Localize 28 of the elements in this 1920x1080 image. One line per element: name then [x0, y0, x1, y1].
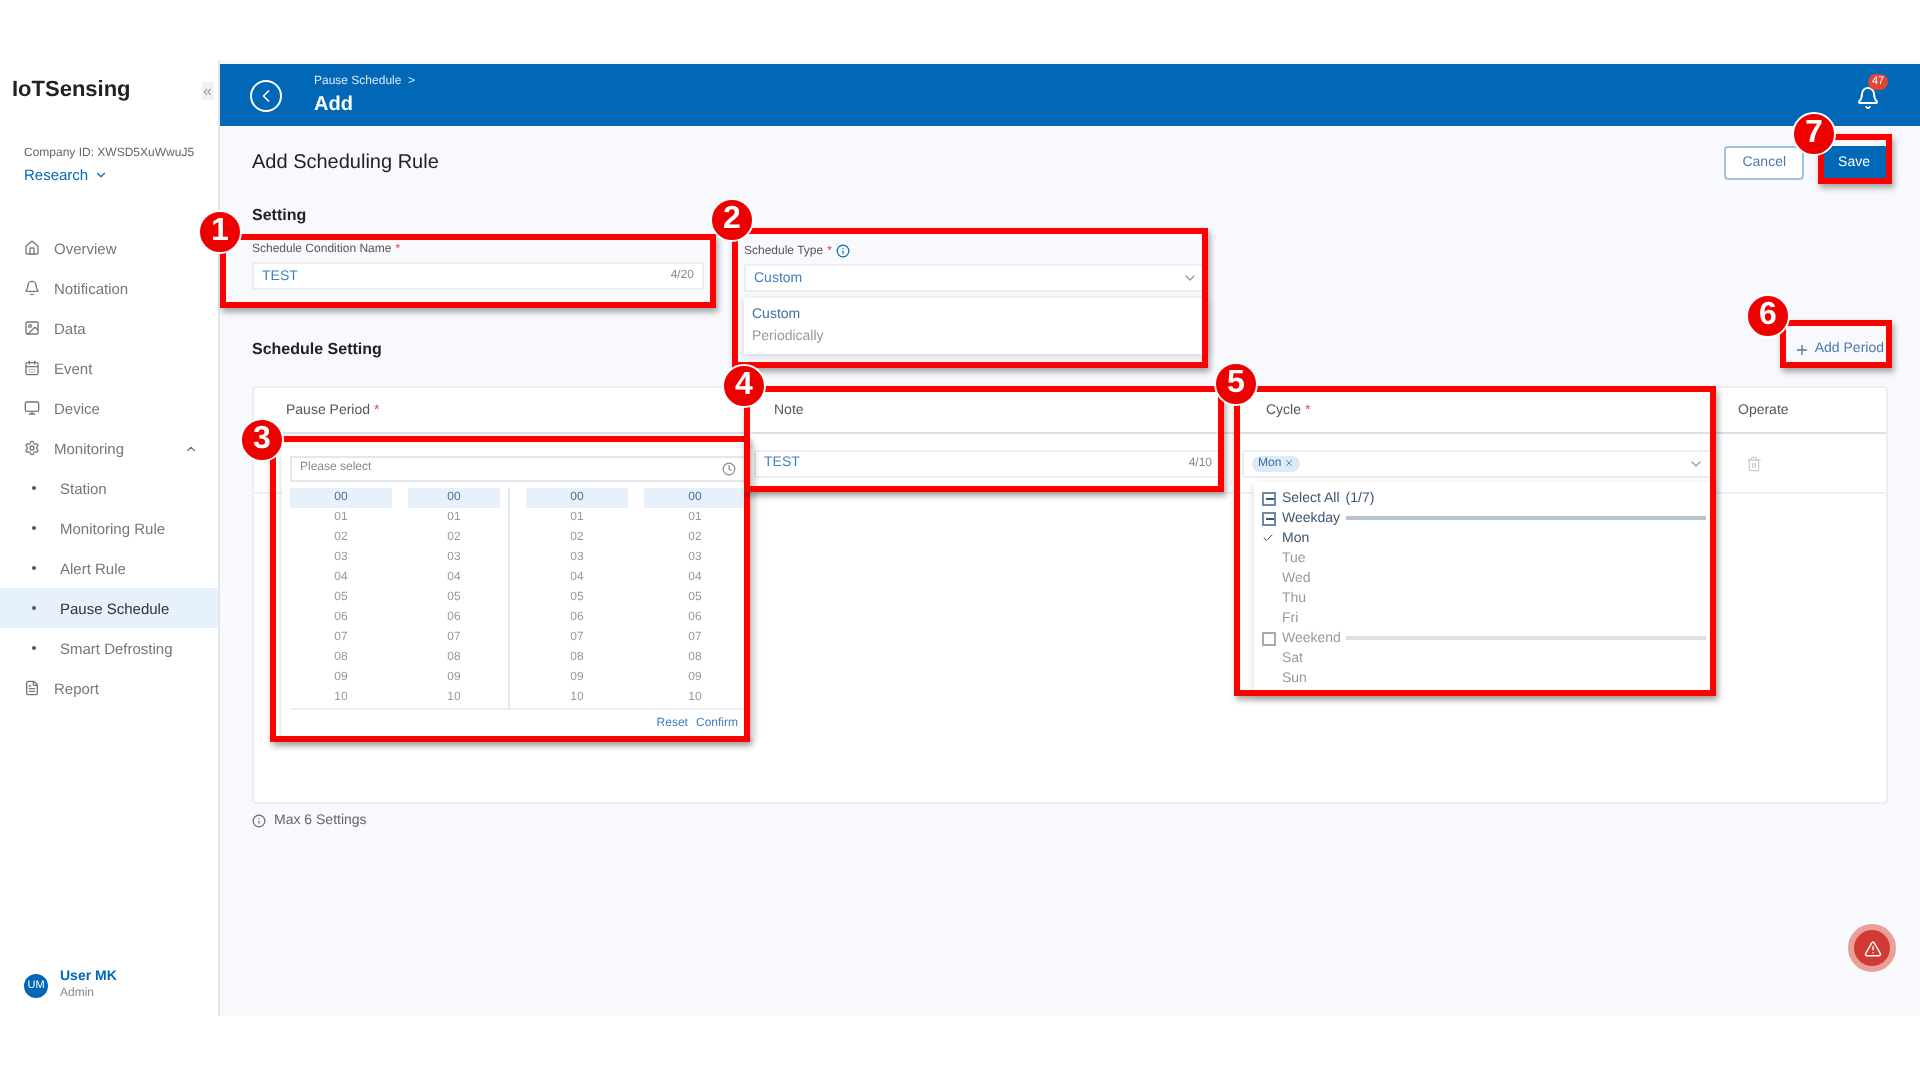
chevron-down-icon	[94, 168, 109, 182]
brand-name: IoTSensing	[12, 78, 131, 102]
nav-icon	[24, 400, 40, 416]
nav-icon	[24, 360, 40, 376]
section-heading: Schedule Setting	[252, 340, 382, 358]
nav-icon	[24, 280, 40, 296]
nav-icon	[24, 320, 40, 336]
back-button[interactable]	[250, 79, 282, 111]
page-title: Add	[314, 93, 353, 115]
empty-checkbox[interactable]	[1262, 631, 1276, 645]
nav-icon	[24, 240, 40, 256]
info-icon	[252, 814, 266, 828]
collapse-button[interactable]: «	[201, 81, 214, 99]
clock-icon	[722, 461, 736, 476]
section-heading: Setting	[252, 206, 307, 224]
form-title: Add Scheduling Rule	[252, 151, 439, 173]
chevron-up-icon[interactable]	[184, 441, 198, 455]
info-icon[interactable]	[835, 244, 850, 258]
partial-checkbox[interactable]	[1262, 491, 1276, 505]
bell-icon[interactable]	[1856, 85, 1880, 109]
warning-icon	[1863, 939, 1881, 957]
nav-icon	[24, 680, 40, 696]
alert-button[interactable]	[1848, 924, 1896, 972]
check-icon	[1262, 532, 1274, 544]
chevron-down-icon	[1182, 270, 1198, 286]
partial-checkbox[interactable]	[1262, 511, 1276, 525]
nav-icon	[24, 440, 40, 456]
plus-icon	[1794, 341, 1811, 357]
